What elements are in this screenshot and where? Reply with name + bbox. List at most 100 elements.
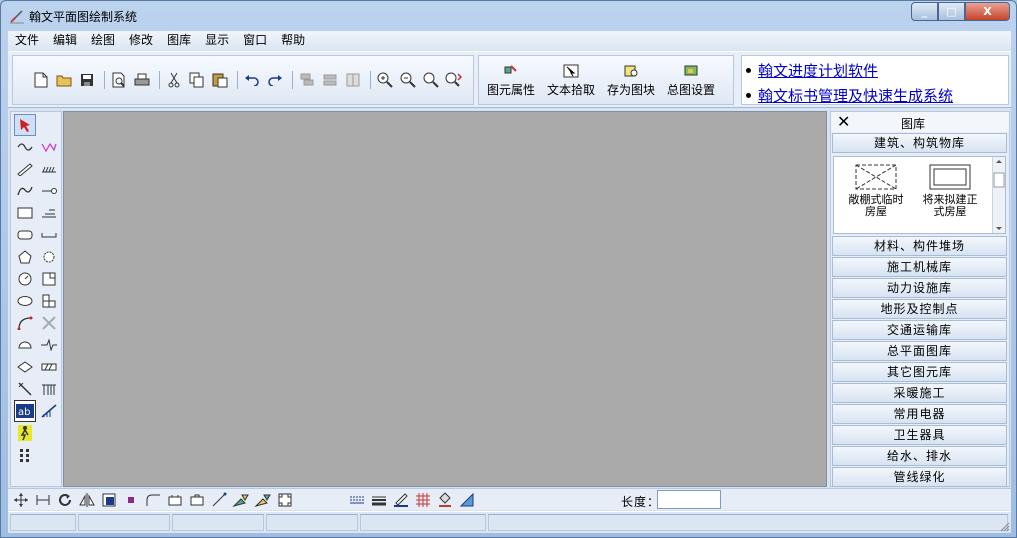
- category-power[interactable]: 动力设施库: [832, 278, 1007, 298]
- select-arrow-icon[interactable]: [14, 114, 36, 136]
- zigzag-icon[interactable]: [38, 136, 60, 158]
- save-icon[interactable]: [77, 70, 97, 90]
- cut-icon[interactable]: [164, 70, 184, 90]
- block-stack-icon[interactable]: [38, 290, 60, 312]
- line-weight-icon[interactable]: [370, 491, 388, 509]
- properties-button[interactable]: 图元属性: [487, 56, 535, 98]
- hatch-rect-icon[interactable]: [38, 356, 60, 378]
- line-type-icon[interactable]: [348, 491, 366, 509]
- print-preview-icon[interactable]: [109, 70, 129, 90]
- pentagon-icon[interactable]: [14, 246, 36, 268]
- hatch-line-icon[interactable]: [38, 158, 60, 180]
- minimize-button[interactable]: _: [911, 2, 938, 21]
- category-heating[interactable]: 采暖施工: [832, 383, 1007, 403]
- copy-icon[interactable]: [187, 70, 207, 90]
- menu-view[interactable]: 显示: [198, 31, 236, 50]
- drawing-canvas[interactable]: [63, 111, 827, 487]
- gate-icon[interactable]: [38, 378, 60, 400]
- fill-bucket-icon[interactable]: [436, 491, 454, 509]
- text-ab-icon[interactable]: ab: [14, 400, 36, 422]
- category-sanitary[interactable]: 卫生器具: [832, 425, 1007, 445]
- redo-icon[interactable]: [265, 70, 285, 90]
- menu-library[interactable]: 图库: [160, 31, 198, 50]
- category-pipeline-green[interactable]: 管线绿化: [832, 467, 1007, 487]
- category-buildings[interactable]: 建筑、构筑物库: [832, 133, 1007, 153]
- fillet-icon[interactable]: [144, 491, 162, 509]
- break-line-icon[interactable]: [38, 334, 60, 356]
- close-button[interactable]: X: [965, 2, 1010, 21]
- text-pick-button[interactable]: 文本拾取: [547, 56, 595, 98]
- polyline-icon[interactable]: [14, 136, 36, 158]
- move-icon[interactable]: [12, 491, 30, 509]
- resize-grip-icon[interactable]: [1000, 522, 1010, 532]
- clock-circle-icon[interactable]: [14, 268, 36, 290]
- arc-icon[interactable]: [14, 312, 36, 334]
- dimension-icon[interactable]: [38, 202, 60, 224]
- category-terrain[interactable]: 地形及控制点: [832, 299, 1007, 319]
- preview-scrollbar[interactable]: [992, 157, 1005, 233]
- explode-icon[interactable]: [232, 491, 250, 509]
- open-folder-icon[interactable]: [54, 70, 74, 90]
- preview-item-shed[interactable]: 敞棚式临时房屋: [844, 163, 908, 218]
- category-water[interactable]: 给水、排水: [832, 446, 1007, 466]
- bracket-line-icon[interactable]: [38, 224, 60, 246]
- ellipse-icon[interactable]: [14, 290, 36, 312]
- preview-item-planned-house[interactable]: 将来拟建正式房屋: [918, 163, 982, 218]
- offset-icon[interactable]: [188, 491, 206, 509]
- array-icon[interactable]: [276, 491, 294, 509]
- save-block-button[interactable]: 存为图块: [607, 56, 655, 98]
- new-file-icon[interactable]: [31, 70, 51, 90]
- bid-system-link[interactable]: 翰文标书管理及快速生成系统: [745, 85, 953, 106]
- category-transport[interactable]: 交通运输库: [832, 320, 1007, 340]
- length-input[interactable]: [657, 490, 721, 509]
- category-machinery[interactable]: 施工机械库: [832, 257, 1007, 277]
- measure-icon[interactable]: [14, 378, 36, 400]
- mirror-icon[interactable]: [78, 491, 96, 509]
- category-appliances[interactable]: 常用电器: [832, 404, 1007, 424]
- rotate-icon[interactable]: [56, 491, 74, 509]
- diamond-icon[interactable]: [14, 356, 36, 378]
- rectangle-icon[interactable]: [14, 202, 36, 224]
- chamfer-icon[interactable]: [166, 491, 184, 509]
- menu-modify[interactable]: 修改: [122, 31, 160, 50]
- ruler-icon[interactable]: [14, 158, 36, 180]
- menu-edit[interactable]: 编辑: [46, 31, 84, 50]
- menu-window[interactable]: 窗口: [236, 31, 274, 50]
- trim-line-icon[interactable]: [210, 491, 228, 509]
- semicircle-icon[interactable]: [14, 334, 36, 356]
- category-site-plan[interactable]: 总平面图库: [832, 341, 1007, 361]
- paste-icon[interactable]: [210, 70, 230, 90]
- break-icon[interactable]: [254, 491, 272, 509]
- pen-color-icon[interactable]: [392, 491, 410, 509]
- grid-snap-icon[interactable]: [414, 491, 432, 509]
- zoom-out-icon[interactable]: [398, 70, 418, 90]
- undo-icon[interactable]: [242, 70, 262, 90]
- schedule-software-link[interactable]: 翰文进度计划软件: [745, 60, 878, 81]
- site-settings-button[interactable]: 总图设置: [667, 56, 715, 98]
- title-bar[interactable]: 翰文平面图绘制系统 _ □ X: [1, 1, 1016, 31]
- pipe-end-icon[interactable]: [38, 180, 60, 202]
- align-icon[interactable]: [320, 70, 340, 90]
- maximize-button[interactable]: □: [938, 2, 965, 21]
- category-other[interactable]: 其它图元库: [832, 362, 1007, 382]
- curve-icon[interactable]: [14, 180, 36, 202]
- split-icon[interactable]: [343, 70, 363, 90]
- circle-dot-icon[interactable]: [38, 246, 60, 268]
- rounded-rect-icon[interactable]: [14, 224, 36, 246]
- menu-file[interactable]: 文件: [8, 31, 46, 50]
- point-icon[interactable]: [122, 491, 140, 509]
- frame-icon[interactable]: [38, 268, 60, 290]
- zoom-realtime-icon[interactable]: [444, 70, 464, 90]
- library-close-icon[interactable]: ✕: [837, 114, 850, 130]
- category-materials[interactable]: 材料、构件堆场: [832, 236, 1007, 256]
- print-icon[interactable]: [132, 70, 152, 90]
- grid-points-icon[interactable]: [14, 444, 36, 466]
- layer-icon[interactable]: [297, 70, 317, 90]
- layer-style-icon[interactable]: [458, 491, 476, 509]
- scale-icon[interactable]: [100, 491, 118, 509]
- menu-draw[interactable]: 绘图: [84, 31, 122, 50]
- zoom-window-icon[interactable]: [421, 70, 441, 90]
- delete-x-icon[interactable]: [38, 312, 60, 334]
- stretch-icon[interactable]: [34, 491, 52, 509]
- menu-help[interactable]: 帮助: [274, 31, 312, 50]
